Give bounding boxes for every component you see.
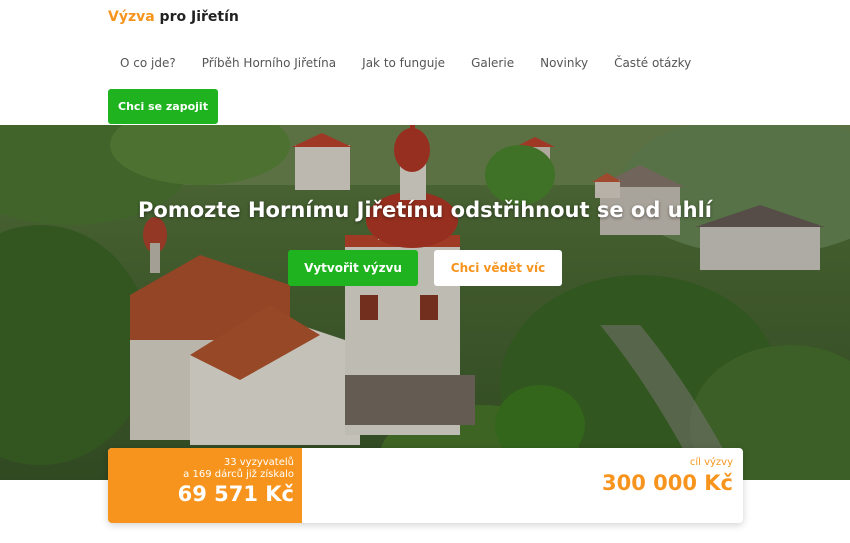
create-challenge-button[interactable]: Vytvořit výzvu <box>288 250 418 286</box>
main-nav: O co jde? Příběh Horního Jiřetína Jak to… <box>108 54 704 72</box>
join-button[interactable]: Chci se zapojit <box>108 89 218 124</box>
nav-item-o-co-jde[interactable]: O co jde? <box>108 54 189 72</box>
donors-count: a 169 dárců již získalo <box>183 469 294 480</box>
learn-more-button[interactable]: Chci vědět víc <box>434 250 562 286</box>
goal-label: cíl výzvy <box>689 457 733 468</box>
hero-overlay <box>0 125 850 480</box>
raised-panel: 33 vyzyvatelů a 169 dárců již získalo 69… <box>108 448 302 523</box>
site-logo[interactable]: Výzva pro Jiřetín <box>108 9 239 25</box>
nav-item-caste-otazky[interactable]: Časté otázky <box>601 54 704 72</box>
site-header: Výzva pro Jiřetín O co jde? Příběh Horní… <box>0 0 850 125</box>
nav-item-novinky[interactable]: Novinky <box>527 54 601 72</box>
fundraising-stats-card: 33 vyzyvatelů a 169 dárců již získalo 69… <box>108 448 743 523</box>
hero-title: Pomozte Hornímu Jiřetínu odstřihnout se … <box>138 198 712 222</box>
hero-section: Pomozte Hornímu Jiřetínu odstřihnout se … <box>0 125 850 480</box>
nav-item-galerie[interactable]: Galerie <box>458 54 527 72</box>
nav-item-pribeh[interactable]: Příběh Horního Jiřetína <box>189 54 349 72</box>
nav-item-jak-to-funguje[interactable]: Jak to funguje <box>349 54 458 72</box>
logo-text: pro Jiřetín <box>154 9 239 25</box>
goal-panel: cíl výzvy 300 000 Kč <box>602 457 733 498</box>
logo-accent: Výzva <box>108 9 155 25</box>
challengers-count: 33 vyzyvatelů <box>223 457 294 468</box>
raised-amount: 69 571 Kč <box>177 482 294 506</box>
goal-amount: 300 000 Kč <box>601 471 733 495</box>
